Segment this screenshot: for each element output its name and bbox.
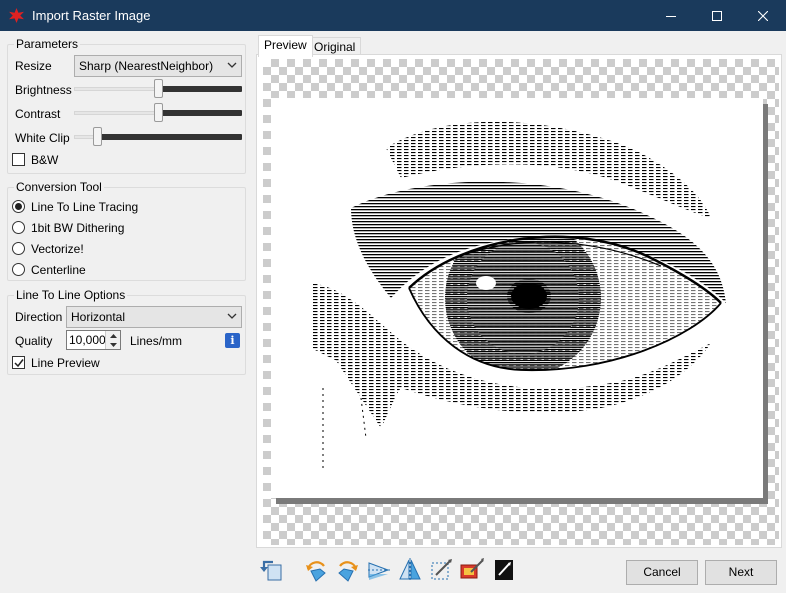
white-clip-slider[interactable] xyxy=(74,127,242,147)
conversion-tool-group-title: Conversion Tool xyxy=(14,180,104,194)
radio-vectorize-label[interactable]: Vectorize! xyxy=(31,242,84,256)
info-icon[interactable]: i xyxy=(225,333,240,348)
rotate-right-button[interactable] xyxy=(335,557,361,583)
brightness-label: Brightness xyxy=(15,83,72,97)
eye-engraving-image xyxy=(311,121,726,468)
window-title: Import Raster Image xyxy=(32,8,151,23)
direction-select[interactable]: Horizontal xyxy=(66,306,242,328)
chevron-down-icon xyxy=(227,313,237,319)
close-button[interactable] xyxy=(740,0,786,31)
crop-button[interactable] xyxy=(428,557,454,583)
reset-button[interactable] xyxy=(259,557,285,583)
contrast-label: Contrast xyxy=(15,107,61,121)
quality-label: Quality xyxy=(15,334,53,348)
flip-horizontal-icon xyxy=(368,562,390,580)
flip-vertical-button[interactable] xyxy=(397,557,423,583)
line-preview-label[interactable]: Line Preview xyxy=(31,356,100,370)
radio-1bit-dithering-label[interactable]: 1bit BW Dithering xyxy=(31,221,124,235)
invert-icon xyxy=(495,560,513,580)
resize-select[interactable]: Sharp (NearestNeighbor) xyxy=(74,55,242,77)
brightness-slider-thumb[interactable] xyxy=(154,79,163,98)
minimize-button[interactable] xyxy=(648,0,694,31)
stepper-up-icon[interactable] xyxy=(106,331,120,340)
cancel-button[interactable]: Cancel xyxy=(626,560,698,585)
close-icon xyxy=(758,10,768,21)
stepper-down-icon[interactable] xyxy=(106,340,120,349)
tab-preview[interactable]: Preview xyxy=(258,35,313,57)
quality-value[interactable]: 10,000 xyxy=(69,333,106,347)
radio-1bit-dithering[interactable] xyxy=(12,221,25,234)
parameters-group-title: Parameters xyxy=(14,37,81,51)
minimize-icon xyxy=(666,15,676,17)
radio-line-to-line-label[interactable]: Line To Line Tracing xyxy=(31,200,138,214)
resize-label: Resize xyxy=(15,59,52,73)
chevron-down-icon xyxy=(227,62,237,68)
contrast-slider[interactable] xyxy=(74,103,242,123)
flip-horizontal-button[interactable] xyxy=(366,557,392,583)
quality-stepper[interactable]: 10,000 xyxy=(66,330,121,350)
quality-unit-label: Lines/mm xyxy=(130,334,183,348)
radio-centerline-label[interactable]: Centerline xyxy=(31,263,86,277)
white-clip-slider-thumb[interactable] xyxy=(93,127,102,146)
radio-centerline[interactable] xyxy=(12,263,25,276)
maximize-button[interactable] xyxy=(694,0,740,31)
auto-crop-button[interactable] xyxy=(459,557,485,583)
next-button[interactable]: Next xyxy=(705,560,777,585)
direction-select-value: Horizontal xyxy=(71,310,126,324)
reset-icon xyxy=(260,560,282,581)
brightness-slider[interactable] xyxy=(74,79,242,99)
bw-label[interactable]: B&W xyxy=(31,153,58,167)
direction-label: Direction xyxy=(15,310,63,324)
flip-vertical-icon xyxy=(399,558,421,582)
crop-icon xyxy=(431,559,452,580)
rotate-left-icon xyxy=(306,561,326,582)
maximize-icon xyxy=(712,10,722,21)
invert-button[interactable] xyxy=(491,557,517,583)
radio-line-to-line[interactable] xyxy=(12,200,25,213)
line-options-group-title: Line To Line Options xyxy=(14,288,128,302)
rotate-right-icon xyxy=(338,561,358,582)
radio-vectorize[interactable] xyxy=(12,242,25,255)
white-clip-label: White Clip xyxy=(15,131,70,145)
auto-crop-icon xyxy=(460,558,484,579)
title-bar[interactable]: Import Raster Image xyxy=(0,0,786,31)
bw-checkbox[interactable] xyxy=(12,153,25,166)
app-logo-icon xyxy=(9,8,24,23)
preview-image xyxy=(271,98,763,498)
checkmark-icon xyxy=(14,359,24,368)
line-preview-checkbox[interactable] xyxy=(12,356,25,369)
contrast-slider-thumb[interactable] xyxy=(154,103,163,122)
resize-select-value: Sharp (NearestNeighbor) xyxy=(79,59,214,73)
rotate-left-button[interactable] xyxy=(303,557,329,583)
